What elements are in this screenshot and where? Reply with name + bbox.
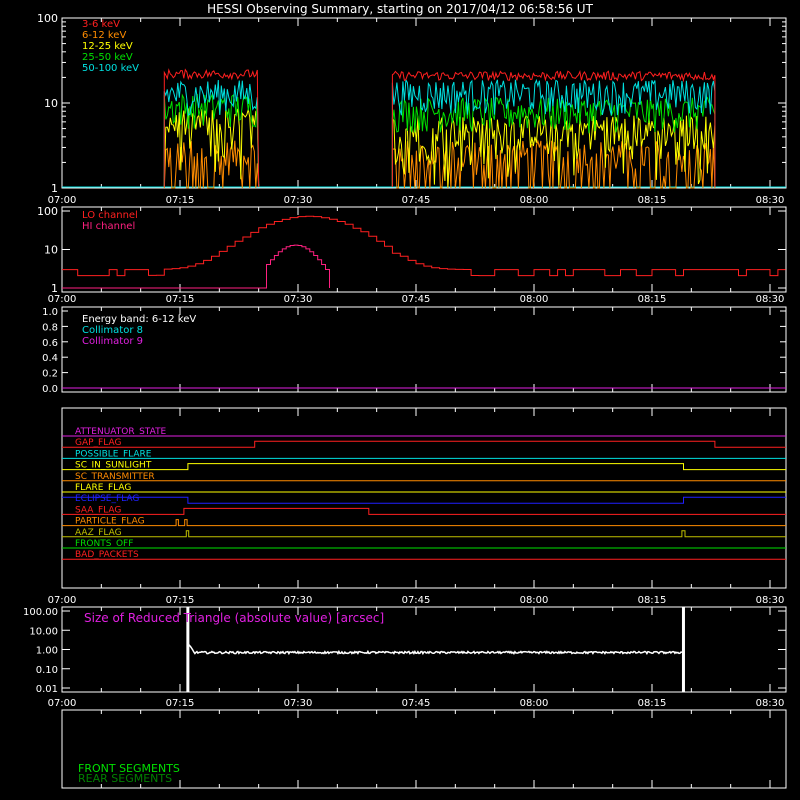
modulation-legend-1: Collimator 9: [82, 336, 143, 347]
rates-xtick-label: 07:30: [284, 294, 313, 305]
sas-xtick-label: 07:00: [48, 698, 77, 709]
counts-ytick-label: 1: [51, 182, 58, 195]
counts-xtick-label: 07:45: [402, 195, 431, 206]
modulation-ytick-label: 0.8: [42, 322, 58, 333]
sas-ytick-label: 100.00: [23, 607, 58, 618]
flag-label-7: SAA_FLAG: [75, 505, 121, 515]
flag-label-11: BAD_PACKETS: [75, 550, 139, 560]
sas-xtick-label: 07:15: [166, 698, 195, 709]
rates-xtick-label: 08:15: [638, 294, 667, 305]
flags-xtick-label: 08:00: [520, 595, 549, 606]
sas-ytick-label: 1.00: [36, 646, 58, 657]
counts-xtick-label: 08:30: [756, 195, 785, 206]
modulation-ytick-label: 0.4: [42, 353, 58, 364]
counts-legend-0: 3-6 keV: [82, 19, 120, 30]
flag-label-4: SC_TRANSMITTER: [75, 472, 155, 482]
flags-xtick-label: 07:00: [48, 595, 77, 606]
modulation-ytick-label: 0.6: [42, 338, 58, 349]
sas-ytick-label: 10.00: [29, 626, 58, 637]
sas-xtick-label: 08:00: [520, 698, 549, 709]
counts-xtick-label: 07:15: [166, 195, 195, 206]
flag-label-3: SC_IN_SUNLIGHT: [75, 461, 152, 471]
rates-ytick-label: 10: [44, 244, 58, 257]
counts-xtick-label: 08:15: [638, 195, 667, 206]
sas-annotation: Size of Reduced Triangle (absolute value…: [84, 611, 384, 625]
modulation-ytick-label: 0.0: [42, 384, 58, 395]
flags-xtick-label: 07:15: [166, 595, 195, 606]
flags-xtick-label: 08:30: [756, 595, 785, 606]
rates-xtick-label: 07:15: [166, 294, 195, 305]
counts-ytick-label: 100: [37, 12, 58, 25]
flag-label-1: GAP_FLAG: [75, 438, 121, 448]
rates-xtick-label: 07:45: [402, 294, 431, 305]
sas-ytick-label: 0.10: [36, 665, 58, 676]
modulation-legend-0: Collimator 8: [82, 325, 143, 336]
flag-label-10: FRONTS_OFF: [75, 539, 133, 549]
sas-ytick-label: 0.01: [36, 684, 58, 695]
counts-legend-1: 6-12 keV: [82, 30, 126, 41]
counts-ytick-label: 10: [44, 97, 58, 110]
flag-label-5: FLARE_FLAG: [75, 483, 131, 493]
counts-legend-4: 50-100 keV: [82, 63, 139, 74]
flags-xtick-label: 07:30: [284, 595, 313, 606]
sas-xtick-label: 08:30: [756, 698, 785, 709]
rates-legend-0: LO channel: [82, 210, 138, 221]
counts-xtick-label: 08:00: [520, 195, 549, 206]
sas-xtick-label: 07:30: [284, 698, 313, 709]
rates-xtick-label: 08:30: [756, 294, 785, 305]
modulation-energy-band: Energy band: 6-12 keV: [82, 314, 196, 325]
rates-ytick-label: 1: [51, 282, 58, 295]
sas-xtick-label: 07:45: [402, 698, 431, 709]
flag-label-6: ECLIPSE_FLAG: [75, 494, 139, 504]
rates-legend-1: HI channel: [82, 221, 135, 232]
sas-xtick-label: 08:15: [638, 698, 667, 709]
livetime-legend-1: REAR SEGMENTS: [78, 772, 172, 785]
counts-xtick-label: 07:30: [284, 195, 313, 206]
flag-label-8: PARTICLE_FLAG: [75, 517, 145, 527]
flag-label-0: ATTENUATOR_STATE: [75, 427, 167, 437]
counts-legend-3: 25-50 keV: [82, 52, 133, 63]
chart-title: HESSI Observing Summary, starting on 201…: [207, 2, 593, 16]
flags-xtick-label: 08:15: [638, 595, 667, 606]
flag-label-2: POSSIBLE_FLARE: [75, 449, 152, 459]
rates-ytick-label: 100: [37, 205, 58, 218]
modulation-ytick-label: 0.2: [42, 369, 58, 380]
modulation-ytick-label: 1.0: [42, 307, 58, 318]
flags-xtick-label: 07:45: [402, 595, 431, 606]
counts-legend-2: 12-25 keV: [82, 41, 133, 52]
rates-xtick-label: 08:00: [520, 294, 549, 305]
flag-label-9: AAZ_FLAG: [75, 528, 122, 538]
rates-xtick-label: 07:00: [48, 294, 77, 305]
hessi-summary-chart: HESSI Observing Summary, starting on 201…: [0, 0, 800, 800]
